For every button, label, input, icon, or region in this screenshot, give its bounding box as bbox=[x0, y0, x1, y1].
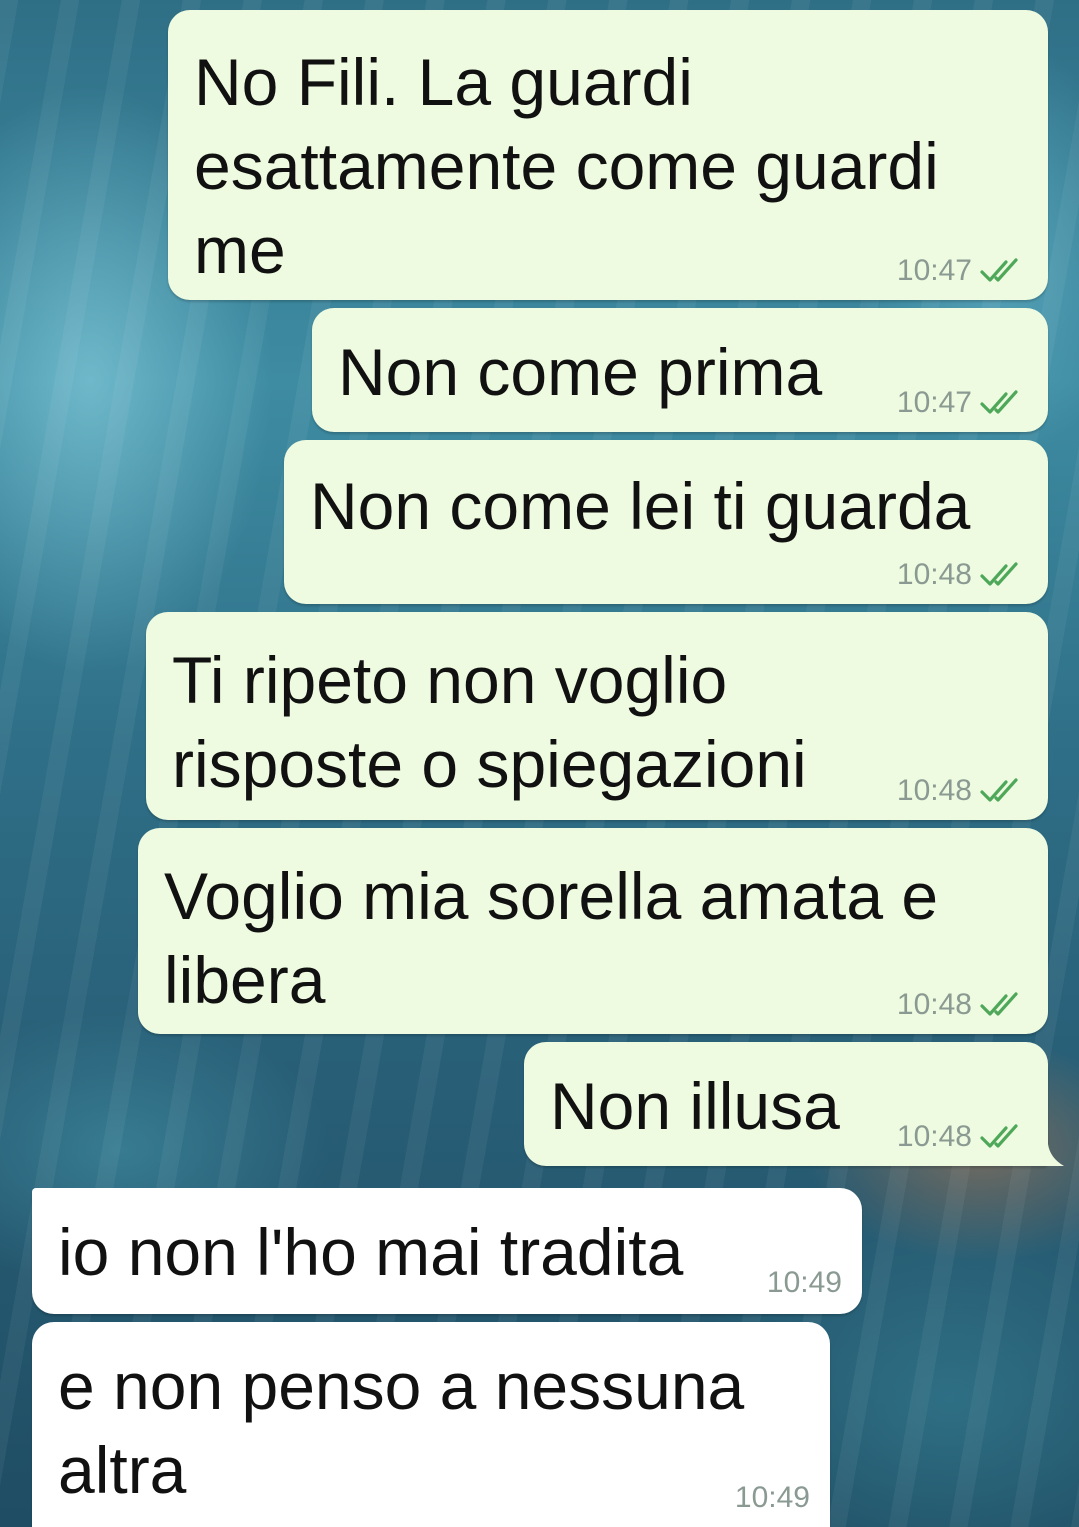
message-text: e non penso a nessuna altra bbox=[58, 1349, 745, 1507]
outgoing-message-bubble[interactable]: Ti ripeto non voglio risposte o spiegazi… bbox=[146, 612, 1048, 820]
outgoing-bubble-tail bbox=[1042, 1144, 1064, 1166]
message-timestamp: 10:47 bbox=[896, 254, 972, 287]
message-meta: 10:49 bbox=[735, 1481, 810, 1515]
incoming-message-bubble[interactable]: io non l'ho mai tradita 10:49 bbox=[32, 1188, 862, 1314]
double-check-read-icon bbox=[980, 390, 1018, 414]
message-text: Voglio mia sorella amata e libera bbox=[164, 859, 939, 1017]
incoming-message-bubble[interactable]: e non penso a nessuna altra 10:49 bbox=[32, 1322, 830, 1527]
double-check-read-icon bbox=[980, 992, 1018, 1016]
message-text: io non l'ho mai tradita bbox=[58, 1215, 684, 1289]
message-text: Ti ripeto non voglio risposte o spiegazi… bbox=[172, 643, 807, 801]
message-text: Non come prima bbox=[338, 335, 823, 409]
double-check-read-icon bbox=[980, 1124, 1018, 1148]
message-meta: 10:47 bbox=[897, 386, 1026, 420]
message-meta: 10:48 bbox=[897, 988, 1026, 1022]
outgoing-message-bubble[interactable]: Non come lei ti guarda 10:48 bbox=[284, 440, 1048, 604]
message-text: Non illusa bbox=[550, 1069, 840, 1143]
double-check-read-icon bbox=[980, 258, 1018, 282]
outgoing-message-bubble[interactable]: Non come prima 10:47 bbox=[312, 308, 1048, 432]
double-check-read-icon bbox=[980, 562, 1018, 586]
message-meta: 10:49 bbox=[767, 1266, 842, 1300]
message-timestamp: 10:48 bbox=[896, 558, 972, 591]
message-meta: 10:48 bbox=[897, 774, 1026, 808]
message-timestamp: 10:48 bbox=[896, 988, 972, 1021]
message-text: Non come lei ti guarda bbox=[310, 469, 971, 543]
message-timestamp: 10:47 bbox=[896, 386, 972, 419]
message-meta: 10:48 bbox=[897, 1120, 1026, 1154]
double-check-read-icon bbox=[980, 778, 1018, 802]
message-timestamp: 10:49 bbox=[734, 1481, 810, 1514]
outgoing-message-bubble[interactable]: Non illusa 10:48 bbox=[524, 1042, 1048, 1166]
message-list[interactable]: No Fili. La guardi esattamente come guar… bbox=[0, 0, 1079, 1527]
message-meta: 10:48 bbox=[897, 558, 1026, 592]
message-text: No Fili. La guardi esattamente come guar… bbox=[194, 45, 939, 287]
message-timestamp: 10:49 bbox=[766, 1266, 842, 1299]
message-timestamp: 10:48 bbox=[896, 1120, 972, 1153]
message-timestamp: 10:48 bbox=[896, 774, 972, 807]
outgoing-message-bubble[interactable]: Voglio mia sorella amata e libera 10:48 bbox=[138, 828, 1048, 1034]
message-meta: 10:47 bbox=[897, 254, 1026, 288]
outgoing-message-bubble[interactable]: No Fili. La guardi esattamente come guar… bbox=[168, 10, 1048, 300]
